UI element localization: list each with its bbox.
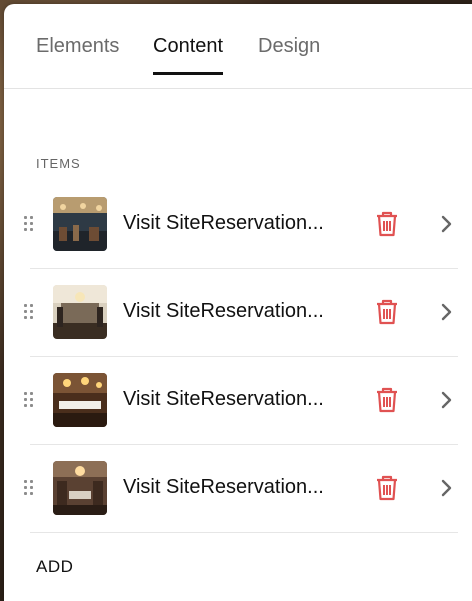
list-item[interactable]: Visit SiteReservation...: [4, 356, 472, 444]
drag-handle-icon[interactable]: [24, 216, 34, 232]
tab-bar: Elements Content Design: [4, 4, 472, 89]
tab-design[interactable]: Design: [258, 34, 320, 74]
trash-icon[interactable]: [374, 386, 400, 414]
drag-handle-icon[interactable]: [24, 392, 34, 408]
add-item-button[interactable]: ADD: [36, 557, 73, 577]
trash-icon[interactable]: [374, 210, 400, 238]
tab-content[interactable]: Content: [153, 34, 224, 75]
drag-handle-icon[interactable]: [24, 480, 34, 496]
trash-icon[interactable]: [374, 298, 400, 326]
trash-icon[interactable]: [374, 474, 400, 502]
item-title: Visit SiteReservation...: [123, 476, 324, 498]
chevron-right-icon[interactable]: [440, 214, 454, 234]
tab-elements[interactable]: Elements: [36, 34, 119, 74]
list-item[interactable]: Visit SiteReservation...: [4, 180, 472, 268]
item-thumbnail: [53, 461, 107, 515]
item-title: Visit SiteReservation...: [123, 212, 324, 234]
item-thumbnail: [53, 373, 107, 427]
item-thumbnail: [53, 197, 107, 251]
list-item[interactable]: Visit SiteReservation...: [4, 268, 472, 356]
chevron-right-icon[interactable]: [440, 478, 454, 498]
item-thumbnail: [53, 285, 107, 339]
item-title: Visit SiteReservation...: [123, 388, 324, 410]
chevron-right-icon[interactable]: [440, 302, 454, 322]
chevron-right-icon[interactable]: [440, 390, 454, 410]
divider: [30, 532, 458, 533]
list-item[interactable]: Visit SiteReservation...: [4, 444, 472, 532]
content-panel: Elements Content Design ITEMS Visit Site…: [4, 4, 472, 601]
item-title: Visit SiteReservation...: [123, 300, 324, 322]
section-label-items: ITEMS: [36, 156, 81, 171]
drag-handle-icon[interactable]: [24, 304, 34, 320]
